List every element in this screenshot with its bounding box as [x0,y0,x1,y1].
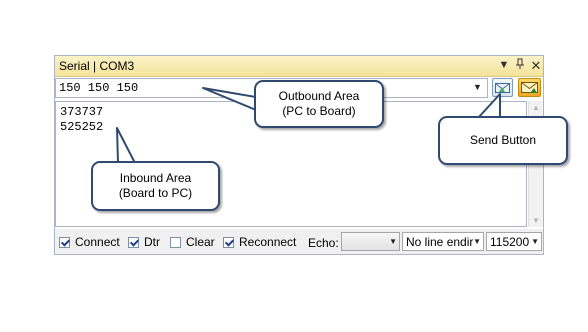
callout-text: Send Button [469,133,537,147]
outbound-area-callout: Outbound Area (PC to Board) [254,80,384,128]
callout-text: (Board to PC) [118,186,193,200]
inbound-area-callout: Inbound Area (Board to PC) [91,161,220,211]
callout-text: (PC to Board) [282,104,356,118]
callout-text: Outbound Area [278,89,360,103]
send-button-callout: Send Button [438,116,568,165]
callout-text: Inbound Area [119,171,192,185]
callout-tails [116,87,501,164]
